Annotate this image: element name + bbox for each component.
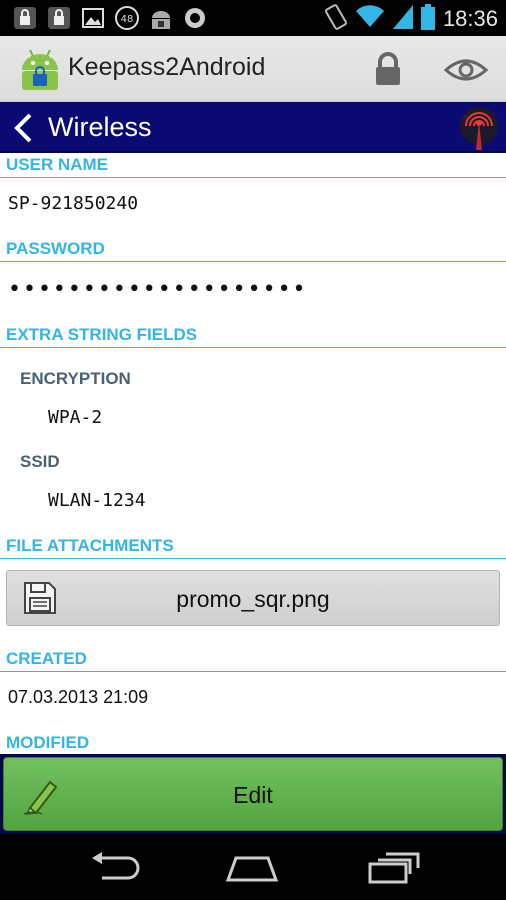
lock-icon bbox=[12, 5, 38, 31]
field-value-ssid[interactable]: WLAN-1234 bbox=[48, 490, 146, 511]
svg-text:48: 48 bbox=[121, 14, 134, 25]
field-key-encryption: ENCRYPTION bbox=[20, 369, 131, 388]
section-label: MODIFIED bbox=[6, 733, 90, 752]
battery-icon bbox=[420, 4, 435, 34]
clock: 18:36 bbox=[442, 6, 498, 31]
app-logo-icon bbox=[18, 48, 62, 92]
edit-button[interactable]: Edit bbox=[3, 757, 503, 831]
entry-header: Wireless bbox=[0, 102, 506, 153]
section-label: CREATED bbox=[6, 649, 87, 668]
password-value[interactable]: •••••••••••••••••••• bbox=[8, 277, 308, 302]
field-value-encryption[interactable]: WPA-2 bbox=[48, 407, 102, 428]
sync-badge-icon: 48 bbox=[114, 5, 140, 31]
section-label: EXTRA STRING FIELDS bbox=[6, 325, 198, 344]
entry-details: USER NAME SP-921850240 PASSWORD ••••••••… bbox=[0, 153, 506, 754]
section-user-name: USER NAME bbox=[0, 153, 506, 178]
home-icon[interactable] bbox=[224, 850, 280, 886]
wifi-icon bbox=[355, 5, 385, 33]
section-extra-string-fields: EXTRA STRING FIELDS bbox=[0, 323, 506, 348]
signal-icon bbox=[392, 5, 413, 33]
lock-icon bbox=[46, 5, 72, 31]
image-icon bbox=[80, 5, 106, 31]
app-title: Keepass2Android bbox=[68, 53, 266, 81]
edit-bar: Edit bbox=[0, 754, 506, 834]
attachment-button[interactable]: promo_sqr.png bbox=[6, 570, 500, 626]
android-lock-icon bbox=[148, 5, 174, 31]
entry-title: Wireless bbox=[48, 112, 152, 142]
action-bar: Keepass2Android bbox=[0, 36, 506, 102]
section-label: PASSWORD bbox=[6, 239, 105, 258]
section-label: FILE ATTACHMENTS bbox=[6, 536, 174, 555]
wireless-tower-icon bbox=[456, 106, 502, 152]
section-password: PASSWORD bbox=[0, 237, 506, 262]
section-modified: MODIFIED bbox=[0, 731, 506, 754]
created-value: 07.03.2013 21:09 bbox=[8, 687, 149, 707]
eye-icon[interactable] bbox=[443, 56, 489, 84]
back-chevron-icon[interactable] bbox=[12, 112, 36, 144]
recent-apps-icon[interactable] bbox=[366, 850, 422, 886]
circle-icon bbox=[182, 5, 208, 31]
navigation-bar bbox=[0, 834, 506, 900]
field-key-ssid: SSID bbox=[20, 452, 60, 471]
lock-database-button[interactable] bbox=[372, 52, 404, 86]
vibrate-icon bbox=[324, 4, 347, 34]
edit-label: Edit bbox=[233, 782, 273, 808]
user-name-value[interactable]: SP-921850240 bbox=[8, 193, 138, 214]
status-bar: 48 18:36 bbox=[0, 0, 506, 36]
section-file-attachments: FILE ATTACHMENTS bbox=[0, 534, 506, 559]
section-created: CREATED bbox=[0, 647, 506, 672]
back-icon[interactable] bbox=[86, 850, 142, 886]
attachment-filename: promo_sqr.png bbox=[176, 586, 330, 612]
section-label: USER NAME bbox=[6, 155, 109, 174]
